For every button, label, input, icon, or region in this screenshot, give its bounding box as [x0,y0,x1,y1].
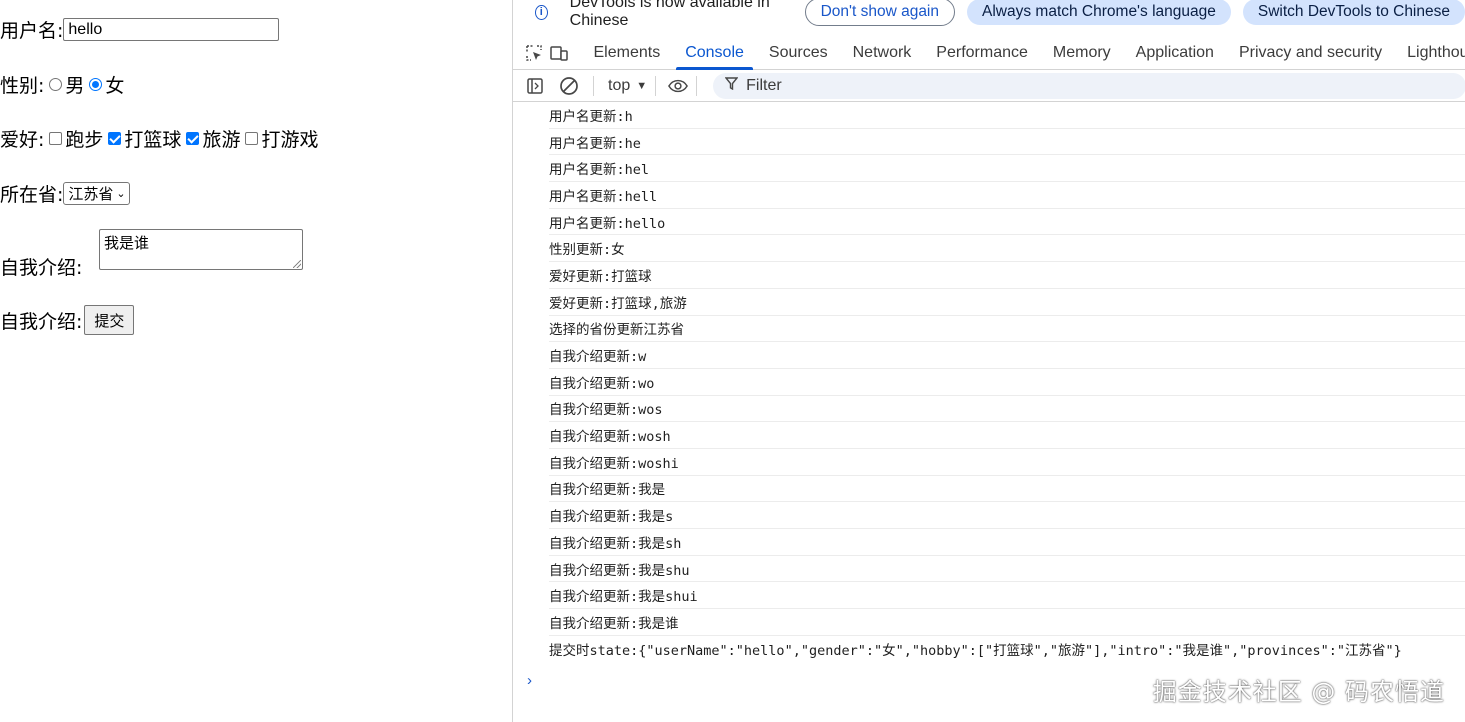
hobby-label-basketball[interactable]: 打篮球 [124,125,181,152]
log-entry: 用户名更新:hel [549,155,1465,183]
clear-console-icon[interactable] [559,76,579,96]
log-entry: 自我介绍更新:我是谁 [549,609,1465,636]
resize-grip-icon[interactable] [293,260,301,268]
gender-row: 性别: 男 女 [0,71,124,98]
log-entry: 选择的省份更新江苏省 [549,316,1465,343]
submit-row-label: 自我介绍: [0,310,83,333]
devtools-tabbar: Elements Console Sources Network Perform… [513,36,1465,70]
hobby-checkbox-running[interactable] [49,132,63,145]
divider [655,75,657,96]
tab-sources[interactable]: Sources [756,36,840,69]
log-entry: 自我介绍更新:w [549,342,1465,369]
log-entry: 自我介绍更新:wosh [549,422,1465,449]
log-entry: 爱好更新:打篮球,旅游 [549,289,1465,316]
hobby-label-running[interactable]: 跑步 [65,125,103,152]
chevron-down-icon: ⌄ [116,187,126,200]
hobby-label: 爱好: [0,129,45,151]
dont-show-again-button[interactable]: Don't show again [804,0,956,26]
log-entry: 用户名更新:he [549,129,1465,156]
tab-console[interactable]: Console [673,36,757,70]
divider [696,75,698,96]
tab-application[interactable]: Application [1123,36,1226,69]
username-row: 用户名: hello [0,16,280,43]
context-value: top [608,76,631,94]
console-prompt-chevron-icon[interactable]: › [527,672,532,689]
log-entry: 用户名更新:h [549,102,1465,129]
inspect-element-icon[interactable] [525,43,543,63]
gender-radio-female[interactable] [89,78,103,91]
tab-performance[interactable]: Performance [924,36,1041,69]
context-selector[interactable]: top ▼ [608,77,647,95]
log-entry: 爱好更新:打篮球 [549,262,1465,289]
log-entry: 自我介绍更新:我是 [549,476,1465,503]
watermark: 掘金技术社区 @ 码农悟道 [1152,678,1445,706]
hobby-label-travel[interactable]: 旅游 [202,125,240,152]
tab-lighthouse[interactable]: Lighthouse [1395,36,1465,69]
intro-textarea[interactable]: 我是谁 [99,229,303,270]
form-page: 用户名: hello 性别: 男 女 爱好: 跑步 打篮球 旅游 打游戏 所在省… [0,0,512,722]
hobby-checkbox-basketball[interactable] [108,132,122,145]
submit-button[interactable]: 提交 [84,305,135,335]
log-entry: 自我介绍更新:我是sh [549,529,1465,556]
gender-option-male[interactable]: 男 [65,71,84,98]
log-entry: 自我介绍更新:woshi [549,449,1465,476]
device-toolbar-icon[interactable] [549,43,569,63]
match-language-button[interactable]: Always match Chrome's language [967,0,1231,25]
intro-label: 自我介绍: [0,257,83,279]
province-value: 江苏省 [68,185,114,203]
log-entry: 用户名更新:hello [549,209,1465,236]
sidebar-toggle-icon[interactable] [525,76,545,96]
tab-privacy-security[interactable]: Privacy and security [1226,36,1394,69]
log-entry: 自我介绍更新:我是s [549,502,1465,529]
gender-label: 性别: [0,75,45,97]
province-row: 所在省: 江苏省 ⌄ [0,180,130,207]
log-entry: 自我介绍更新:wos [549,396,1465,423]
log-entry: 提交时state:{"userName":"hello","gender":"女… [549,643,1402,660]
hobby-checkbox-travel[interactable] [186,132,200,145]
gender-option-female[interactable]: 女 [105,71,124,98]
log-entry: 自我介绍更新:我是shui [549,582,1465,610]
filter-input[interactable]: Filter [713,72,1465,99]
username-input[interactable]: hello [63,18,280,41]
province-label: 所在省: [0,184,64,206]
language-infobar: i DevTools is now available in Chinese D… [513,0,1465,29]
devtools-panel: i DevTools is now available in Chinese D… [512,0,1465,722]
hobby-label-gaming[interactable]: 打游戏 [261,125,318,152]
caret-down-icon: ▼ [636,79,648,92]
switch-language-button[interactable]: Switch DevTools to Chinese [1242,0,1465,25]
log-entry: 用户名更新:hell [549,182,1465,209]
filter-placeholder: Filter [746,76,782,94]
divider [593,75,594,96]
intro-value: 我是谁 [104,234,150,252]
console-log-list: 用户名更新:h 用户名更新:he 用户名更新:hel 用户名更新:hell 用户… [513,102,1465,662]
info-icon: i [535,4,548,20]
tab-network[interactable]: Network [840,36,924,69]
console-toolbar: top ▼ Filter [513,70,1465,102]
filter-funnel-icon [724,76,739,95]
log-entry: 性别更新:女 [549,235,1465,263]
log-entry: 自我介绍更新:我是shu [549,556,1465,583]
submit-row: 自我介绍: 提交 [0,305,135,335]
hobby-checkbox-gaming[interactable] [245,132,259,145]
province-select[interactable]: 江苏省 ⌄ [63,182,130,205]
live-expression-eye-icon[interactable] [668,76,689,96]
tab-elements[interactable]: Elements [581,36,673,69]
username-label: 用户名: [0,20,64,42]
log-entry: 自我介绍更新:wo [549,369,1465,396]
gender-radio-male[interactable] [49,78,63,91]
intro-row: 自我介绍: [0,253,82,280]
infobar-message: DevTools is now available in Chinese [569,0,770,29]
hobby-row: 爱好: 跑步 打篮球 旅游 打游戏 [0,125,318,152]
tab-memory[interactable]: Memory [1040,36,1123,69]
